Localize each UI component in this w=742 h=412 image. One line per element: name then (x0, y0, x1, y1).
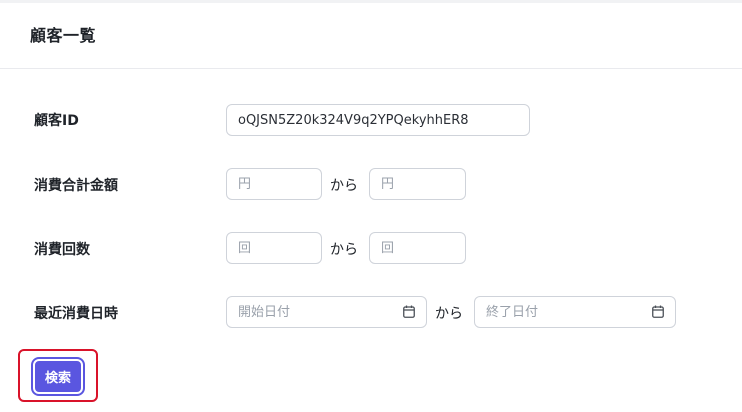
end-date-input[interactable] (474, 296, 676, 328)
customer-id-input[interactable] (226, 104, 530, 136)
total-spend-label: 消費合計金額 (34, 178, 118, 194)
visit-count-label: 消費回数 (34, 242, 90, 258)
total-spend-from-input[interactable] (226, 168, 322, 200)
visit-count-to-input[interactable] (369, 232, 466, 264)
visit-count-separator: から (330, 242, 358, 258)
start-date-picker[interactable] (226, 296, 427, 328)
calendar-icon[interactable] (652, 305, 664, 318)
last-visit-label: 最近消費日時 (34, 306, 118, 322)
page-header: 顧客一覧 (0, 3, 742, 69)
calendar-icon[interactable] (403, 305, 415, 318)
start-date-input[interactable] (226, 296, 427, 328)
last-visit-separator: から (435, 306, 463, 322)
page-title: 顧客一覧 (30, 26, 97, 45)
total-spend-to-input[interactable] (369, 168, 466, 200)
end-date-picker[interactable] (474, 296, 676, 328)
total-spend-separator: から (330, 178, 358, 194)
visit-count-from-input[interactable] (226, 232, 322, 264)
customer-id-label: 顧客ID (34, 113, 79, 129)
search-button[interactable]: 検索 (33, 359, 83, 394)
